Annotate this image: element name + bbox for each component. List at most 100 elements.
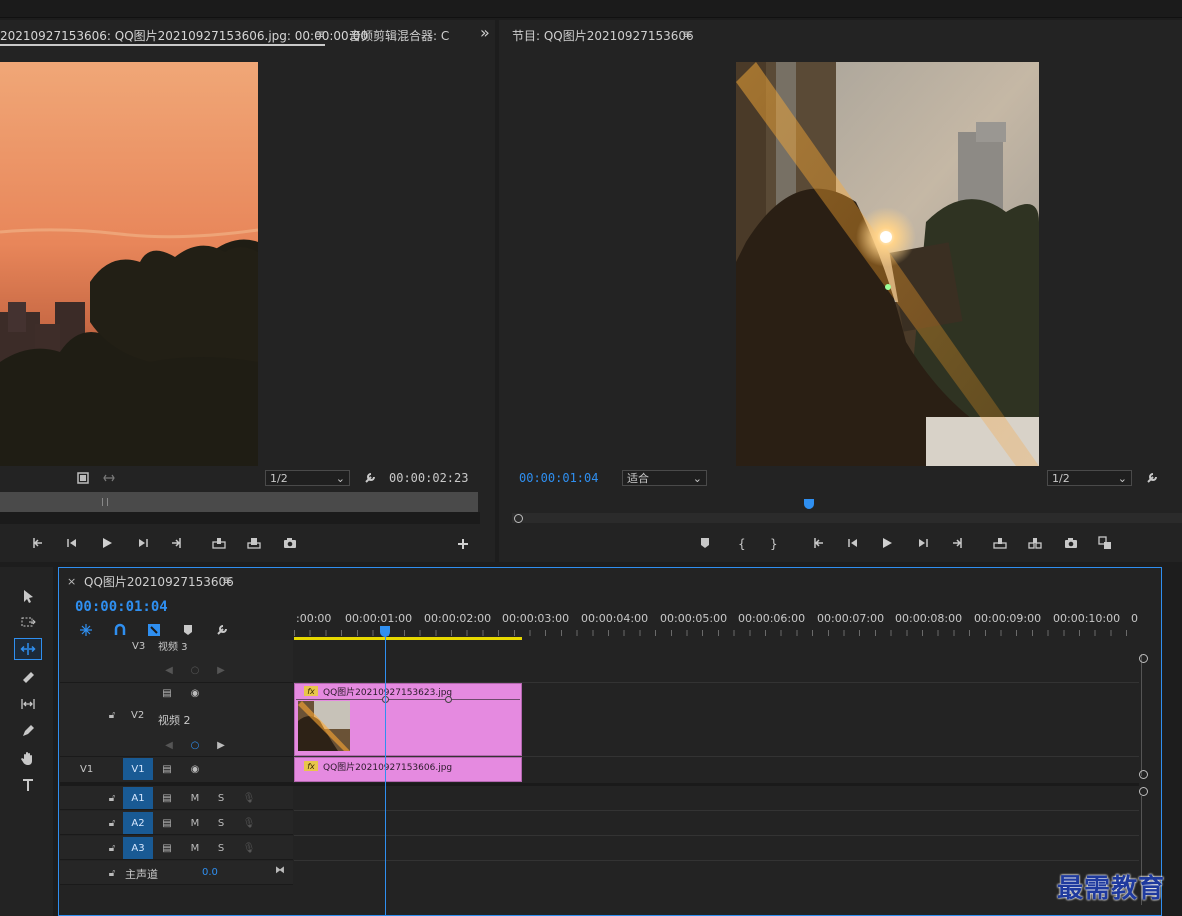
lock-icon[interactable]: 🔓︎ bbox=[105, 708, 119, 722]
add-marker-icon[interactable] bbox=[696, 534, 714, 552]
step-forward-icon[interactable] bbox=[134, 534, 152, 552]
toggle-sync-lock-icon[interactable]: ▤ bbox=[160, 816, 174, 830]
program-timecode[interactable]: 00:00:01:04 bbox=[519, 471, 598, 485]
settings-wrench-icon[interactable] bbox=[1143, 469, 1161, 487]
step-back-icon[interactable] bbox=[844, 534, 862, 552]
program-ruler[interactable] bbox=[512, 499, 1182, 513]
source-timeline-ruler[interactable] bbox=[0, 512, 480, 524]
panel-menu-icon[interactable]: ≡ bbox=[315, 27, 325, 41]
keyframe-icon[interactable] bbox=[445, 696, 452, 703]
eye-icon[interactable]: ◉ bbox=[188, 686, 202, 700]
source-patch-v1[interactable]: V1 bbox=[80, 764, 93, 775]
eye-icon[interactable]: ◉ bbox=[188, 762, 202, 776]
playhead-line[interactable] bbox=[385, 636, 386, 916]
program-panel-menu-icon[interactable]: ≡ bbox=[682, 27, 692, 41]
scroll-handle-icon[interactable] bbox=[1139, 654, 1148, 663]
keyframe-icon[interactable]: ○ bbox=[188, 663, 202, 677]
pen-tool-icon[interactable] bbox=[14, 720, 42, 742]
program-resolution-select[interactable]: 1/2 ⌄ bbox=[1047, 470, 1132, 486]
go-to-in-icon[interactable] bbox=[810, 534, 828, 552]
camera-icon[interactable] bbox=[281, 534, 299, 552]
mark-out-icon[interactable]: } bbox=[764, 534, 782, 552]
track-select-tool-icon[interactable] bbox=[14, 611, 42, 633]
keyframe-icon[interactable]: ○ bbox=[188, 738, 202, 752]
selection-tool-icon[interactable] bbox=[14, 585, 42, 607]
wrench-icon[interactable] bbox=[361, 469, 379, 487]
source-resolution-value: 1/2 bbox=[270, 471, 288, 485]
track-target-a2[interactable]: A2 bbox=[123, 812, 153, 834]
solo-button[interactable]: S bbox=[214, 791, 228, 805]
nest-sequence-icon[interactable] bbox=[79, 623, 93, 637]
mute-button[interactable]: M bbox=[188, 816, 202, 830]
extract-icon[interactable] bbox=[1026, 534, 1044, 552]
linked-selection-icon[interactable] bbox=[147, 623, 161, 637]
lock-icon[interactable]: 🔓︎ bbox=[105, 866, 119, 880]
program-scrub-bar[interactable] bbox=[512, 513, 1182, 523]
mute-button[interactable]: M bbox=[188, 841, 202, 855]
microphone-icon[interactable]: 🎙︎ bbox=[242, 791, 256, 805]
timeline-timecode[interactable]: 00:00:01:04 bbox=[75, 599, 168, 615]
prev-keyframe-icon[interactable]: ◀ bbox=[162, 663, 176, 677]
solo-button[interactable]: S bbox=[214, 841, 228, 855]
timeline-tab[interactable]: QQ图片20210927153606 bbox=[84, 573, 234, 590]
play-icon[interactable] bbox=[878, 534, 896, 552]
lock-icon[interactable]: 🔓︎ bbox=[105, 841, 119, 855]
add-button-icon[interactable] bbox=[454, 535, 472, 553]
vertical-scrollbar-video[interactable] bbox=[1141, 654, 1147, 776]
next-keyframe-icon[interactable]: ▶ bbox=[214, 663, 228, 677]
timeline-menu-icon[interactable]: ≡ bbox=[222, 573, 232, 587]
go-to-in-out-icon[interactable]: ⧓ bbox=[273, 863, 287, 877]
comparison-view-icon[interactable] bbox=[1096, 534, 1114, 552]
timeline-settings-wrench-icon[interactable] bbox=[215, 623, 229, 637]
track-target-a3[interactable]: A3 bbox=[123, 837, 153, 859]
export-frame-camera-icon[interactable] bbox=[1062, 534, 1080, 552]
source-zoom-bar[interactable] bbox=[0, 492, 478, 512]
program-zoom-select[interactable]: 适合 ⌄ bbox=[622, 470, 707, 486]
step-back-icon[interactable] bbox=[63, 534, 81, 552]
source-monitor-tab[interactable]: 20210927153606: QQ图片20210927153606.jpg: … bbox=[0, 27, 368, 44]
program-video-frame bbox=[736, 62, 1039, 466]
timeline-close-icon[interactable]: × bbox=[67, 575, 76, 588]
snap-magnet-icon[interactable] bbox=[113, 623, 127, 637]
mark-out-step-icon[interactable] bbox=[167, 534, 185, 552]
slip-tool-icon[interactable] bbox=[14, 693, 42, 715]
ripple-edit-tool-icon[interactable] bbox=[14, 638, 42, 660]
source-resolution-select[interactable]: 1/2 ⌄ bbox=[265, 470, 350, 486]
audio-clip-mixer-tab[interactable]: 音频剪辑混合器: C bbox=[349, 27, 457, 44]
track-target-a1[interactable]: A1 bbox=[123, 787, 153, 809]
toggle-sync-lock-icon[interactable]: ▤ bbox=[160, 686, 174, 700]
play-icon[interactable] bbox=[98, 534, 116, 552]
toggle-sync-lock-icon[interactable]: ▤ bbox=[160, 841, 174, 855]
overwrite-icon[interactable] bbox=[245, 534, 263, 552]
toggle-sync-lock-icon[interactable]: ▤ bbox=[160, 762, 174, 776]
insert-icon[interactable] bbox=[210, 534, 228, 552]
go-to-out-icon[interactable] bbox=[948, 534, 966, 552]
work-area-bar[interactable] bbox=[294, 637, 522, 640]
step-forward-icon[interactable] bbox=[914, 534, 932, 552]
next-keyframe-icon[interactable]: ▶ bbox=[214, 738, 228, 752]
export-frame-icon[interactable] bbox=[74, 469, 92, 487]
drag-video-icon[interactable] bbox=[100, 469, 118, 487]
microphone-icon[interactable]: 🎙︎ bbox=[242, 841, 256, 855]
prev-keyframe-icon[interactable]: ◀ bbox=[162, 738, 176, 752]
master-volume-value[interactable]: 0.0 bbox=[202, 867, 218, 878]
add-marker-icon[interactable] bbox=[181, 623, 195, 637]
hand-tool-icon[interactable] bbox=[14, 747, 42, 769]
scroll-handle-icon[interactable] bbox=[1139, 770, 1148, 779]
mute-button[interactable]: M bbox=[188, 791, 202, 805]
razor-tool-icon[interactable] bbox=[14, 666, 42, 688]
mark-in-icon[interactable]: { bbox=[732, 534, 750, 552]
mark-in-step-icon[interactable] bbox=[29, 534, 47, 552]
zoom-handle-icon[interactable] bbox=[514, 514, 523, 523]
panel-overflow-icon[interactable]: » bbox=[480, 23, 490, 42]
program-playhead-icon[interactable] bbox=[804, 499, 814, 509]
solo-button[interactable]: S bbox=[214, 816, 228, 830]
toggle-sync-lock-icon[interactable]: ▤ bbox=[160, 791, 174, 805]
microphone-icon[interactable]: 🎙︎ bbox=[242, 816, 256, 830]
type-tool-icon[interactable] bbox=[14, 774, 42, 796]
lock-icon[interactable]: 🔓︎ bbox=[105, 816, 119, 830]
track-target-v1[interactable]: V1 bbox=[123, 758, 153, 780]
program-monitor-tab[interactable]: 节目: QQ图片20210927153606 bbox=[512, 27, 694, 44]
lift-icon[interactable] bbox=[991, 534, 1009, 552]
lock-icon[interactable]: 🔓︎ bbox=[105, 791, 119, 805]
